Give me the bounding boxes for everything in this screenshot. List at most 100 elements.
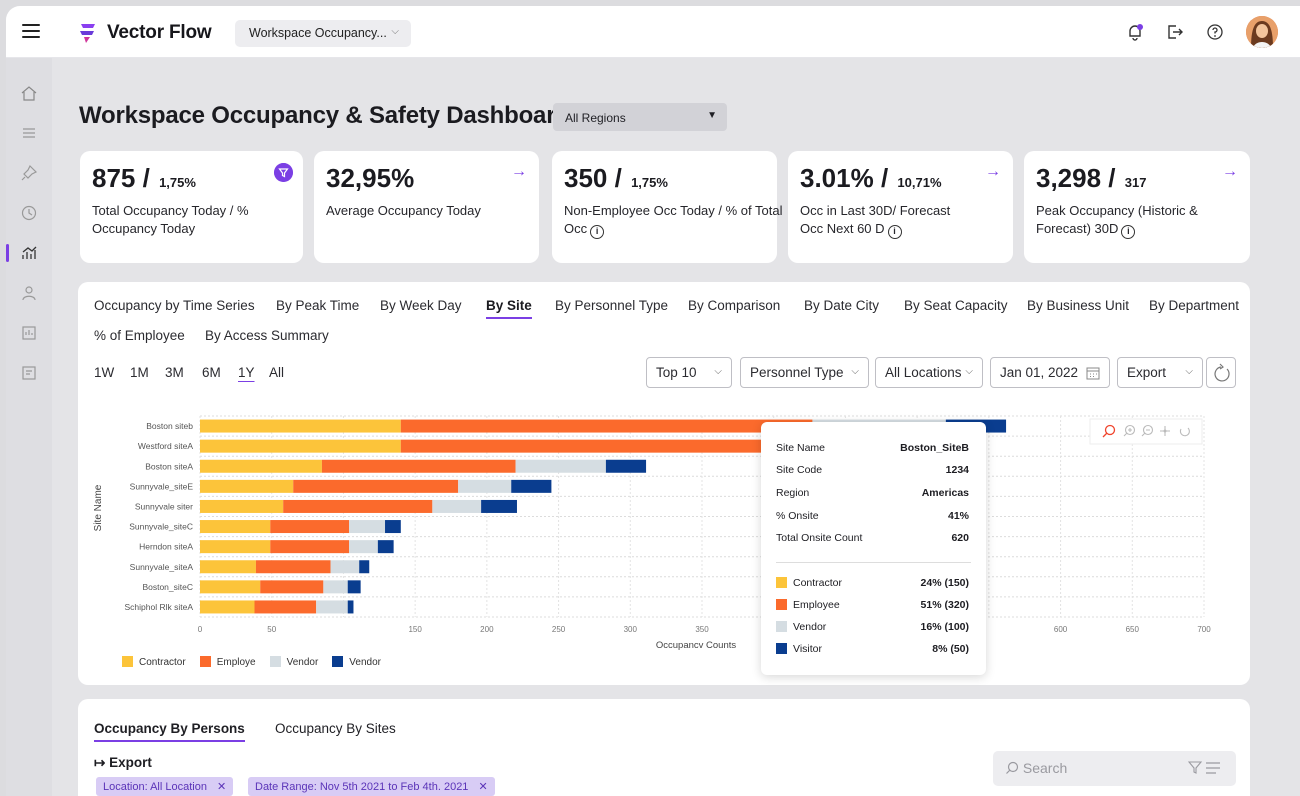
bar-segment[interactable] [200,419,401,433]
legend-item[interactable]: Vendor [332,656,381,668]
bar-segment[interactable] [511,479,552,493]
info-icon[interactable]: i [887,225,902,239]
kpi-card-peak-occupancy[interactable]: 3,298 / 317 Peak Occupancy (Historic & F… [1024,151,1250,263]
arrow-right-icon[interactable]: → [985,163,1001,181]
filter-chip-location[interactable]: Location: All Location ✕ [96,777,234,796]
bar-segment[interactable] [458,479,512,493]
home-icon[interactable] [20,84,38,102]
pin-icon[interactable] [20,164,38,182]
bar-segment[interactable] [359,560,370,574]
notification-bell-icon[interactable] [1126,23,1144,41]
bar-segment[interactable] [255,560,331,574]
report-icon[interactable] [20,324,38,342]
bar-segment[interactable] [283,499,433,513]
kpi-card-non-employee[interactable]: 350 / 1,75% Non-Employee Occ Today / % o… [552,151,782,263]
sidebar [6,58,52,796]
kpi-label-text: Peak Occupancy (Historic & Forecast) 30D [1036,203,1198,236]
kpi-main-value: 875 / [92,163,150,193]
history-icon[interactable] [20,204,38,222]
bar-segment[interactable] [316,600,348,614]
x-tick-label: 250 [552,625,566,634]
kpi-card-forecast[interactable]: 3.01% / 10,71% Occ in Last 30D/ Forecast… [788,151,1013,263]
bar-segment[interactable] [260,580,324,594]
sidebar-active-indicator [6,244,9,262]
logout-icon[interactable] [1166,23,1184,41]
bar-segment[interactable] [400,439,774,453]
legend-swatch [269,656,281,667]
bar-segment[interactable] [349,520,386,534]
settings-report-icon[interactable] [20,364,38,382]
bar-segment[interactable] [481,499,517,513]
bar-segment[interactable] [515,459,606,473]
bar-segment[interactable] [323,580,348,594]
bar-segment[interactable] [200,600,255,614]
bar-segment[interactable] [377,540,394,554]
bar-segment[interactable] [200,439,401,453]
tab-occupancy-sites[interactable]: Occupancy By Sites [275,721,396,736]
export-button[interactable]: ↦ Export [94,755,152,771]
bar-segment[interactable] [200,499,284,513]
tooltip-row: Total Onsite Count 620 [776,532,969,546]
kpi-sub-value: 1,75% [631,175,668,190]
kpi-main-value: 3.01% / [800,163,889,193]
bar-segment[interactable] [200,520,271,534]
close-icon[interactable]: ✕ [478,781,487,793]
bar-segment[interactable] [270,540,350,554]
help-icon[interactable] [1206,23,1224,41]
filter-icon[interactable] [274,163,293,182]
info-icon[interactable]: i [1121,225,1136,239]
x-tick-label: 650 [1126,625,1140,634]
kpi-card-average-occupancy[interactable]: 32,95% Average Occupancy Today → [314,151,539,263]
kpi-card-total-occupancy[interactable]: 875 / 1,75% Total Occupancy Today / % Oc… [80,151,303,263]
filter-chip-date-range[interactable]: Date Range: Nov 5th 2021 to Feb 4th. 202… [248,777,495,796]
y-axis-title: Site Name [93,484,104,531]
workspace-select[interactable]: Workspace Occupancy... ⌵ [235,20,411,47]
bar-segment[interactable] [254,600,317,614]
avatar-image [1246,16,1278,48]
bar-segment[interactable] [347,600,354,614]
legend-item[interactable]: Contractor [122,656,186,668]
kpi-label-text: Occ in Last 30D/ Forecast Occ Next 60 D [800,203,951,236]
info-icon[interactable]: i [590,225,605,239]
region-select[interactable]: All Regions ▼ [553,103,727,131]
close-icon[interactable]: ✕ [217,781,226,793]
region-select-value: All Regions [565,111,626,125]
bar-segment[interactable] [330,560,360,574]
tab-occupancy-persons[interactable]: Occupancy By Persons [94,721,245,742]
menu-icon[interactable] [22,24,40,38]
swatch-employee [776,599,787,610]
bar-segment[interactable] [349,540,378,554]
bar-segment[interactable] [385,520,401,534]
tooltip-value: 16% (100) [920,621,969,633]
bar-segment[interactable] [200,479,294,493]
bar-segment[interactable] [432,499,482,513]
bar-segment[interactable] [605,459,647,473]
bar-segment[interactable] [200,560,256,574]
bar-segment[interactable] [321,459,516,473]
analytics-icon[interactable] [20,244,38,262]
bar-segment[interactable] [200,580,261,594]
vector-flow-logo-icon [80,24,95,43]
bar-segment[interactable] [270,520,350,534]
legend-item[interactable]: Vendor [269,656,318,668]
bar-segment[interactable] [200,540,271,554]
bar-segment[interactable] [200,459,322,473]
arrow-right-icon[interactable]: → [511,163,527,181]
bar-segment[interactable] [347,580,361,594]
users-icon[interactable] [20,284,38,302]
bar-segment[interactable] [293,479,459,493]
kpi-value: 350 / 1,75% [564,163,765,194]
arrow-right-icon[interactable]: → [1222,163,1238,181]
tooltip-legend-row: Vendor 16% (100) [776,621,969,635]
bar-segment[interactable] [400,419,813,433]
kpi-value: 3,298 / 317 [1036,163,1238,194]
avatar[interactable] [1246,16,1278,48]
kpi-sub-value: 1,75% [159,175,196,190]
search-input[interactable]: Search [993,751,1236,786]
kpi-value: 875 / 1,75% [92,163,291,194]
top-bar: Vector Flow Workspace Occupancy... ⌵ [6,6,1300,58]
legend-item[interactable]: Employe [199,656,256,668]
tooltip-key: Site Code [776,464,823,476]
list-icon[interactable] [20,124,38,142]
filter-list-icon[interactable] [1188,761,1222,775]
